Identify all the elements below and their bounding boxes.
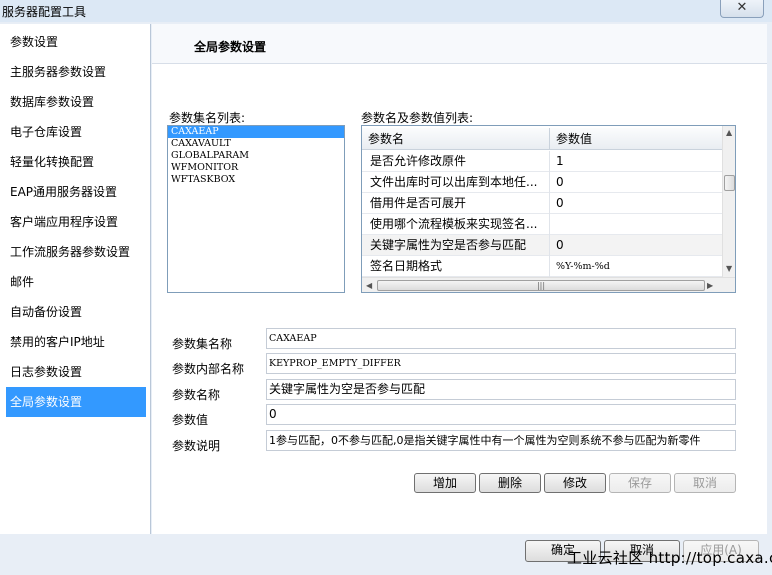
- param-grid: 参数名 参数值 是否允许修改原件 1 文件出库时可以出库到本地任... 0 借用…: [361, 125, 736, 293]
- table-row[interactable]: 借用件是否可展开 0: [362, 193, 722, 214]
- sidebar-item-params[interactable]: 参数设置: [6, 27, 146, 57]
- delete-button[interactable]: 删除: [479, 473, 541, 493]
- save-button[interactable]: 保存: [609, 473, 671, 493]
- page-title: 全局参数设置: [194, 40, 267, 54]
- column-header-value[interactable]: 参数值: [550, 128, 722, 150]
- list-item[interactable]: CAXAVAULT: [168, 138, 344, 150]
- sidebar: 参数设置 主服务器参数设置 数据库参数设置 电子仓库设置 轻量化转换配置 EAP…: [0, 24, 151, 534]
- set-name-label: 参数集名称: [172, 337, 233, 351]
- sidebar-item-lightweight[interactable]: 轻量化转换配置: [6, 147, 146, 177]
- list-item[interactable]: WFMONITOR: [168, 162, 344, 174]
- list-item[interactable]: CAXAEAP: [168, 126, 344, 138]
- title-bar: 服务器配置工具 ✕: [0, 0, 772, 22]
- grid-header: 参数名 参数值: [362, 128, 722, 150]
- param-name-label: 参数名称: [172, 388, 221, 402]
- param-desc-field[interactable]: 1参与匹配，0不参与匹配,0是指关键字属性中有一个属性为空则系统不参与匹配为新零…: [266, 430, 736, 451]
- horizontal-scroll-thumb[interactable]: |||: [377, 280, 705, 291]
- table-row[interactable]: 文件出库时可以出库到本地任... 0: [362, 172, 722, 193]
- scroll-right-arrow-icon[interactable]: ▶: [707, 281, 713, 290]
- table-row[interactable]: 关键字属性为空是否参与匹配 0: [362, 235, 722, 256]
- internal-name-field[interactable]: KEYPROP_EMPTY_DIFFER: [266, 353, 736, 374]
- cell-name: 签名日期格式: [362, 256, 550, 277]
- sidebar-item-log[interactable]: 日志参数设置: [6, 357, 146, 387]
- cell-name: 文件出库时可以出库到本地任...: [362, 172, 550, 193]
- cell-name: 是否允许修改原件: [362, 151, 550, 172]
- scroll-up-arrow-icon[interactable]: ▲: [726, 128, 732, 137]
- cell-value: 0: [556, 175, 564, 189]
- cell-value: 0: [556, 238, 564, 252]
- set-list-label: 参数集名列表:: [169, 111, 246, 125]
- close-button[interactable]: ✕: [720, 0, 764, 18]
- grid-label: 参数名及参数值列表:: [361, 111, 474, 125]
- sidebar-item-main-server[interactable]: 主服务器参数设置: [6, 57, 146, 87]
- param-value-label: 参数值: [172, 413, 209, 427]
- close-icon: ✕: [736, 0, 748, 15]
- panel-header: 全局参数设置: [152, 24, 767, 64]
- param-desc-label: 参数说明: [172, 439, 221, 453]
- list-item[interactable]: WFTASKBOX: [168, 174, 344, 186]
- content-panel: 全局参数设置 参数集名列表: CAXAEAP CAXAVAULT GLOBALP…: [152, 24, 767, 534]
- list-item[interactable]: GLOBALPARAM: [168, 150, 344, 162]
- internal-name-label: 参数内部名称: [172, 362, 245, 376]
- cell-value: 1: [556, 154, 564, 168]
- window-title: 服务器配置工具: [2, 5, 87, 19]
- sidebar-item-blocked-ip[interactable]: 禁用的客户IP地址: [6, 327, 146, 357]
- sidebar-item-eap-server[interactable]: EAP通用服务器设置: [6, 177, 146, 207]
- cancel-edit-button[interactable]: 取消: [674, 473, 736, 493]
- sidebar-item-vault[interactable]: 电子仓库设置: [6, 117, 146, 147]
- cell-value: 0: [556, 196, 564, 210]
- cell-value: [550, 214, 722, 235]
- sidebar-item-mail[interactable]: 邮件: [6, 267, 146, 297]
- param-name-field[interactable]: 关键字属性为空是否参与匹配: [266, 379, 736, 400]
- vertical-scroll-thumb[interactable]: [724, 175, 735, 191]
- table-row[interactable]: 使用哪个流程模板来实现签名...: [362, 214, 722, 235]
- param-set-listbox[interactable]: CAXAEAP CAXAVAULT GLOBALPARAM WFMONITOR …: [167, 125, 345, 293]
- add-button[interactable]: 增加: [414, 473, 476, 493]
- window-frame: 参数设置 主服务器参数设置 数据库参数设置 电子仓库设置 轻量化转换配置 EAP…: [0, 22, 772, 575]
- param-value-field[interactable]: 0: [266, 404, 736, 425]
- scroll-left-arrow-icon[interactable]: ◀: [366, 281, 372, 290]
- sidebar-item-global[interactable]: 全局参数设置: [6, 387, 146, 417]
- table-row[interactable]: 签名日期格式 %Y-%m-%d: [362, 256, 722, 277]
- cell-value: %Y-%m-%d: [556, 261, 610, 272]
- cell-name: 借用件是否可展开: [362, 193, 550, 214]
- sidebar-item-client-app[interactable]: 客户端应用程序设置: [6, 207, 146, 237]
- vertical-scrollbar[interactable]: ▲ ▼: [722, 126, 735, 277]
- sidebar-item-workflow[interactable]: 工作流服务器参数设置: [6, 237, 146, 267]
- cell-name: 关键字属性为空是否参与匹配: [362, 235, 550, 256]
- table-row[interactable]: 是否允许修改原件 1: [362, 151, 722, 172]
- sidebar-item-database[interactable]: 数据库参数设置: [6, 87, 146, 117]
- cell-name: 使用哪个流程模板来实现签名...: [362, 214, 550, 235]
- scroll-down-arrow-icon[interactable]: ▼: [726, 264, 732, 273]
- watermark-text: 工业云社区 http://top.caxa.com/: [567, 549, 772, 567]
- column-header-name[interactable]: 参数名: [362, 128, 550, 150]
- sidebar-item-backup[interactable]: 自动备份设置: [6, 297, 146, 327]
- set-name-field[interactable]: CAXAEAP: [266, 328, 736, 349]
- horizontal-scrollbar[interactable]: ◀ ||| ▶: [362, 277, 735, 292]
- modify-button[interactable]: 修改: [544, 473, 606, 493]
